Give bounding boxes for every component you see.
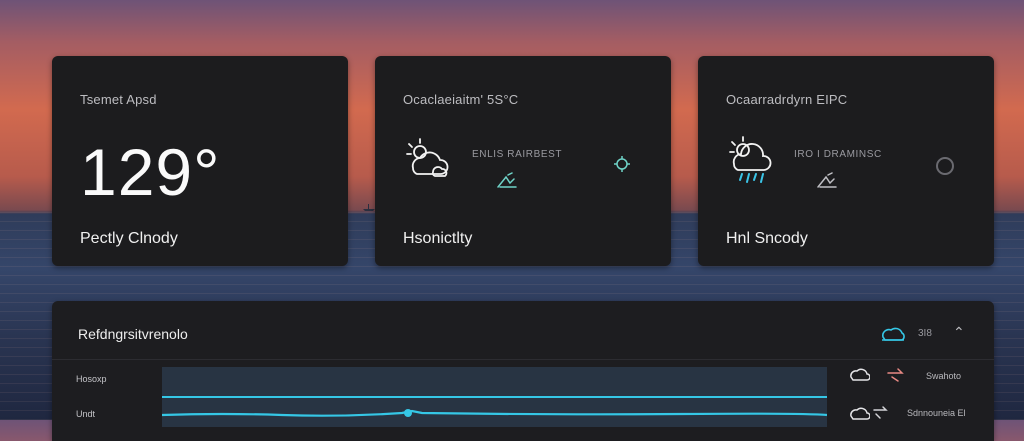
boat-silhouette <box>363 204 375 211</box>
weather-card-secondary[interactable]: Ocaclaeiaitm' 5S°C ENLIS RAIRBEST Hsonic… <box>375 56 671 266</box>
weather-card-tertiary[interactable]: Ocaarradrdyrn EIPC IRO I DRAMINSC Hnl Sn… <box>698 56 994 266</box>
cloud-icon <box>850 368 870 381</box>
detail-text: IRO I DRAMINSC <box>794 149 882 160</box>
chevron-up-icon[interactable]: ⌃ <box>953 324 965 341</box>
card-title: Ocaclaeiaitm' 5S°C <box>403 92 519 107</box>
forecast-panel: Refdngrsitvrenolo 3I8 ⌃ Hosoxp Undt Swah… <box>52 301 994 441</box>
side-label: Swahoto <box>926 371 962 381</box>
forecast-chart-area[interactable] <box>161 367 828 427</box>
detail-text: ENLIS RAIRBEST <box>472 149 563 160</box>
cloud-rain-icon <box>729 136 772 183</box>
wind-alert-icon <box>887 368 904 382</box>
wind-icon <box>873 406 888 419</box>
wind-icon <box>817 172 837 188</box>
card-title: Ocaarradrdyrn EIPC <box>726 92 848 107</box>
wind-icon <box>497 172 517 188</box>
forecast-line <box>161 396 828 417</box>
card-title: Tsemet Apsd <box>80 92 157 107</box>
condition-label: Hsonictlty <box>403 230 473 247</box>
row-label: Undt <box>76 409 96 419</box>
condition-label: Pectly Clnody <box>80 230 178 247</box>
side-label: Sdnnouneia El <box>907 408 966 418</box>
weather-card-primary[interactable]: Tsemet Apsd 129° Pectly Clnody <box>52 56 348 266</box>
temperature-readout: 129° <box>80 135 221 209</box>
settings-icon[interactable] <box>611 153 633 175</box>
row-label: Hosoxp <box>76 374 107 384</box>
sun-cloud-icon[interactable] <box>880 325 906 341</box>
partly-cloudy-icon <box>406 138 449 177</box>
cloud-icon <box>850 407 870 420</box>
settings-icon[interactable] <box>934 155 956 177</box>
header-value: 3I8 <box>918 328 932 339</box>
panel-title: Refdngrsitvrenolo <box>78 326 188 342</box>
condition-label: Hnl Sncody <box>726 230 808 247</box>
panel-divider <box>52 359 994 360</box>
